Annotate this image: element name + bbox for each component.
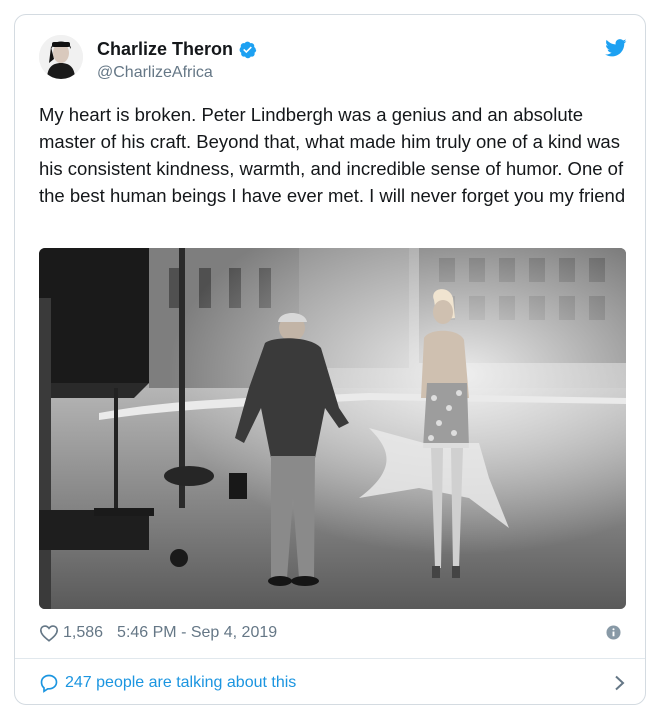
avatar[interactable] (39, 35, 83, 79)
avatar-image (39, 35, 83, 79)
tweet-text: My heart is broken. Peter Lindbergh was … (39, 104, 626, 206)
user-handle[interactable]: @CharlizeAfrica (97, 64, 213, 82)
like-count: 1,586 (63, 624, 104, 641)
tweet-card: Charlize Theron @CharlizeAfrica My heart… (14, 14, 646, 705)
divider (15, 658, 645, 659)
heart-icon (39, 625, 59, 642)
conversation-link[interactable]: 247 people are talking about this (39, 670, 627, 696)
verified-badge-icon (239, 41, 257, 59)
like-button[interactable]: 1,586 (39, 624, 103, 642)
speech-bubble-icon (40, 674, 58, 693)
info-icon[interactable] (606, 625, 621, 640)
chevron-right-icon[interactable] (614, 675, 625, 691)
tweet-meta: 1,586 5:46 PM - Sep 4, 2019 (39, 622, 627, 644)
photo-image (39, 248, 626, 609)
tweet-header: Charlize Theron @CharlizeAfrica (39, 35, 627, 85)
name-row: Charlize Theron (97, 39, 257, 60)
twitter-bird-icon[interactable] (605, 39, 627, 57)
tweet-timestamp[interactable]: 5:46 PM - Sep 4, 2019 (117, 624, 277, 642)
display-name[interactable]: Charlize Theron (97, 39, 233, 60)
talking-text: 247 people are talking about this (65, 674, 297, 691)
tweet-photo[interactable] (39, 248, 626, 609)
